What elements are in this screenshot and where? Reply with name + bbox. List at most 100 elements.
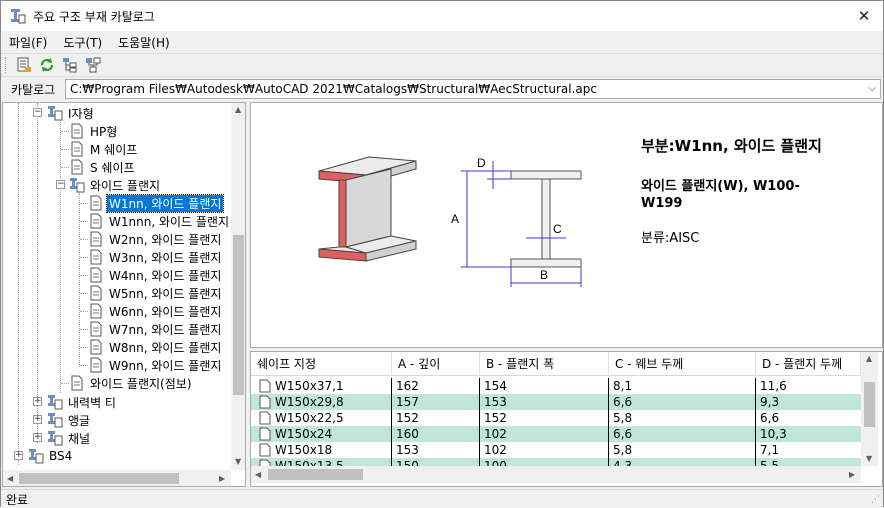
part-category: 분류:AISC xyxy=(641,231,700,246)
scroll-thumb[interactable] xyxy=(864,382,875,427)
refresh-icon[interactable] xyxy=(37,55,57,75)
table-row[interactable]: W150x22,5 152 152 5,8 6,6 xyxy=(251,410,861,426)
table-row[interactable]: W150x24 160 102 6,6 10,3 xyxy=(251,426,861,442)
scroll-down-icon[interactable]: ▼ xyxy=(235,457,241,466)
part-name: 부분:W1nn, 와이드 플랜지 xyxy=(641,137,822,155)
tree-line xyxy=(80,221,88,222)
dim-a-label: A xyxy=(451,212,459,226)
properties-icon[interactable] xyxy=(14,55,34,75)
expand-toggle[interactable]: + xyxy=(33,415,42,424)
tree-item[interactable]: M 쉐이프 xyxy=(69,140,139,158)
column-header[interactable]: 쉐이프 지정 xyxy=(251,352,392,376)
tree-line xyxy=(61,149,69,150)
folder-structure-icon xyxy=(48,395,63,410)
wide-flange-3d-image: A D C B xyxy=(318,156,582,287)
scroll-up-icon[interactable]: ▲ xyxy=(235,105,241,114)
column-header[interactable]: A - 깊이 xyxy=(392,352,480,376)
menu-file[interactable]: 파일(F) xyxy=(1,34,55,51)
tree-item-label: 채널 xyxy=(68,431,91,446)
tree-item[interactable]: W6nn, 와이드 플랜지 xyxy=(88,302,223,320)
tree-item-label: W9nn, 와이드 플랜지 xyxy=(109,358,222,373)
scroll-thumb[interactable] xyxy=(268,469,363,480)
scroll-left-icon[interactable]: ◀ xyxy=(7,474,13,483)
tree-item-label: 와이드 플랜지 xyxy=(90,178,161,193)
tree-item[interactable]: BS4 xyxy=(28,447,74,465)
menu-help[interactable]: 도움말(H) xyxy=(110,34,178,51)
catalog-tree[interactable]: − I자형 HP형 M 쉐이프 S 쉐이프 − 와이드 플랜지 W1nn, 와이 xyxy=(2,102,246,487)
tree-view-icon[interactable] xyxy=(60,55,80,75)
toolbar-grip[interactable] xyxy=(5,57,8,73)
expand-toggle[interactable]: + xyxy=(14,451,23,460)
document-icon xyxy=(90,285,102,301)
part-description: 와이드 플랜지(W), W100-W199 xyxy=(641,179,800,211)
tree-item[interactable]: 채널 xyxy=(47,429,92,447)
tree-item[interactable]: W5nn, 와이드 플랜지 xyxy=(88,284,223,302)
tree-item[interactable]: W9nn, 와이드 플랜지 xyxy=(88,356,223,374)
tree-item[interactable]: 와이드 플랜지 xyxy=(69,176,162,194)
scroll-right-icon[interactable]: ▶ xyxy=(849,470,855,479)
table-row[interactable]: W150x37,1 162 154 8,1 11,6 xyxy=(251,378,861,394)
tree-line xyxy=(80,311,88,312)
document-icon xyxy=(259,443,271,457)
scroll-thumb[interactable] xyxy=(233,235,244,395)
chevron-down-icon[interactable]: ⌵ xyxy=(868,80,876,98)
document-icon xyxy=(259,411,271,425)
table-vertical-scrollbar[interactable]: ▲ ▼ xyxy=(861,352,878,466)
resize-grip-icon[interactable]: ⋰ xyxy=(871,495,881,505)
scroll-down-icon[interactable]: ▼ xyxy=(866,454,872,463)
tree-item-selected[interactable]: W1nn, 와이드 플랜지 xyxy=(88,193,225,213)
catalog-app-icon xyxy=(11,9,26,24)
tree-line xyxy=(80,293,88,294)
tree-item[interactable]: W8nn, 와이드 플랜지 xyxy=(88,338,223,356)
tree-line xyxy=(79,193,80,367)
tree-line xyxy=(37,103,38,443)
tree-item-label: W1nnn, 와이드 플랜지 xyxy=(109,214,230,229)
tree-item[interactable]: W4nn, 와이드 플랜지 xyxy=(88,266,223,284)
document-icon xyxy=(259,379,271,393)
tree-item[interactable]: 와이드 플랜지(점보) xyxy=(69,374,194,392)
menu-tools[interactable]: 도구(T) xyxy=(55,34,110,51)
tree-line xyxy=(80,347,88,348)
catalog-path-combobox[interactable]: C:₩Program Files₩Autodesk₩AutoCAD 2021₩C… xyxy=(65,79,881,99)
document-icon xyxy=(90,321,102,337)
dim-b-label: B xyxy=(540,268,548,282)
tree-item[interactable]: W7nn, 와이드 플랜지 xyxy=(88,320,223,338)
document-icon xyxy=(90,249,102,265)
tree-horizontal-scrollbar[interactable]: ◀ ▶ xyxy=(3,470,231,486)
tree-item[interactable]: I자형 xyxy=(47,104,96,122)
column-header[interactable]: D - 플랜지 두께 xyxy=(756,352,861,376)
tree-line xyxy=(80,329,88,330)
catalog-window: 주요 구조 부재 카탈로그 ✕ 파일(F) 도구(T) 도움말(H) 카탈로그 … xyxy=(0,0,884,507)
shape-table[interactable]: 쉐이프 지정 A - 깊이 B - 플랜지 폭 C - 웨브 두께 D - 플랜… xyxy=(250,351,883,487)
scroll-up-icon[interactable]: ▲ xyxy=(866,354,872,363)
tree-item[interactable]: S 쉐이프 xyxy=(69,158,137,176)
column-header[interactable]: C - 웨브 두께 xyxy=(609,352,756,376)
tree-vertical-scrollbar[interactable]: ▲ ▼ xyxy=(231,103,245,470)
document-icon xyxy=(90,267,102,283)
tree-item[interactable]: W2nn, 와이드 플랜지 xyxy=(88,230,223,248)
tree-line xyxy=(80,275,88,276)
tree-line xyxy=(80,257,88,258)
table-horizontal-scrollbar[interactable]: ◀ ▶ xyxy=(251,466,861,483)
expand-toggle[interactable]: + xyxy=(33,433,42,442)
column-header[interactable]: B - 플랜지 폭 xyxy=(480,352,609,376)
collapse-toggle[interactable]: − xyxy=(56,180,65,189)
tree-item-label: S 쉐이프 xyxy=(90,160,135,175)
expand-toggle[interactable]: + xyxy=(33,397,42,406)
table-row[interactable]: W150x29,8 157 153 6,6 9,3 xyxy=(251,394,861,410)
table-row[interactable]: W150x18 153 102 5,8 7,1 xyxy=(251,442,861,458)
tree-item[interactable]: 내력벽 티 xyxy=(47,393,118,411)
tree-item[interactable]: HP형 xyxy=(69,122,119,140)
tree-item[interactable]: W1nnn, 와이드 플랜지 xyxy=(88,212,231,230)
scroll-left-icon[interactable]: ◀ xyxy=(255,470,261,479)
close-icon[interactable]: ✕ xyxy=(855,7,873,25)
tree-line xyxy=(80,239,88,240)
tree-item[interactable]: 앵글 xyxy=(47,411,92,429)
scroll-thumb[interactable] xyxy=(19,473,179,484)
collapse-toggle[interactable]: − xyxy=(33,108,42,117)
tree-item[interactable]: W3nn, 와이드 플랜지 xyxy=(88,248,223,266)
document-icon xyxy=(90,195,102,211)
folder-structure-icon xyxy=(48,106,63,121)
network-icon[interactable] xyxy=(83,55,103,75)
scroll-right-icon[interactable]: ▶ xyxy=(219,474,225,483)
